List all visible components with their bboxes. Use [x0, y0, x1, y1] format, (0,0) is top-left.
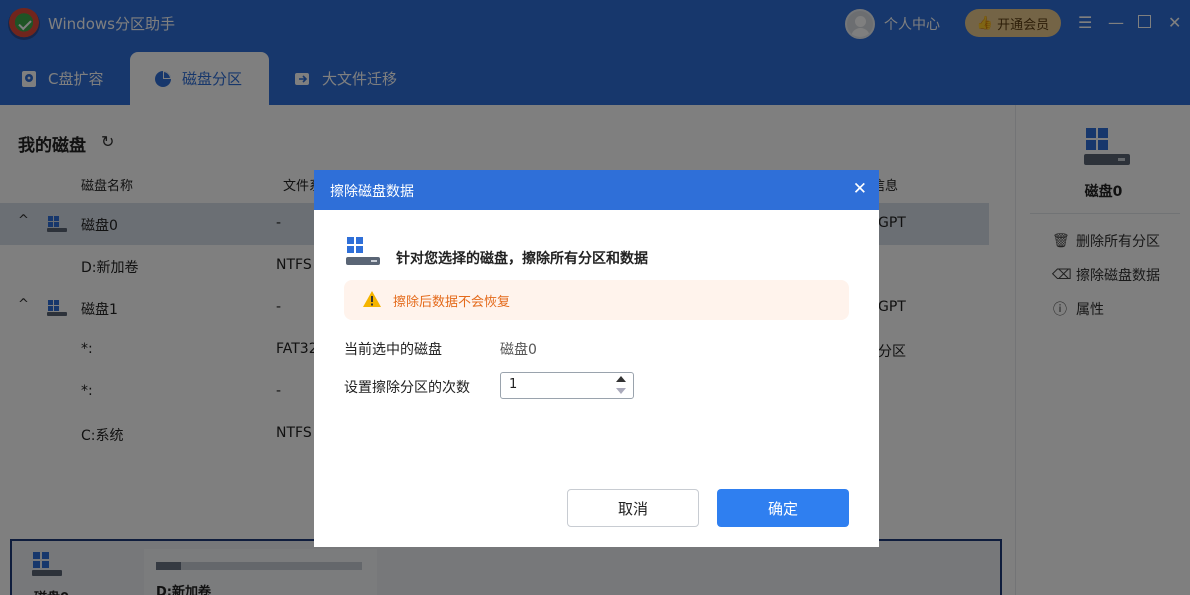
current-disk-label: 当前选中的磁盘 [344, 342, 442, 358]
increment-icon[interactable] [616, 376, 626, 382]
wipe-times-label: 设置擦除分区的次数 [344, 380, 470, 396]
dialog-heading: 针对您选择的磁盘，擦除所有分区和数据 [396, 251, 648, 267]
cancel-button[interactable]: 取消 [567, 489, 699, 527]
warning-icon [363, 291, 381, 307]
dialog-title: 擦除磁盘数据 [330, 184, 414, 200]
warning-banner: 擦除后数据不会恢复 [344, 280, 849, 320]
wipe-times-stepper[interactable]: 1 [500, 372, 634, 399]
disk-icon [346, 237, 380, 265]
wipe-disk-dialog: 擦除磁盘数据 ✕ 针对您选择的磁盘，擦除所有分区和数据 擦除后数据不会恢复 当前… [314, 170, 879, 547]
warning-text: 擦除后数据不会恢复 [393, 295, 511, 310]
dialog-header: 擦除磁盘数据 ✕ [314, 170, 879, 210]
close-icon[interactable]: ✕ [853, 179, 867, 199]
decrement-icon[interactable] [616, 388, 626, 394]
current-disk-value: 磁盘0 [500, 342, 537, 358]
confirm-button[interactable]: 确定 [717, 489, 849, 527]
wipe-times-value: 1 [509, 377, 518, 392]
